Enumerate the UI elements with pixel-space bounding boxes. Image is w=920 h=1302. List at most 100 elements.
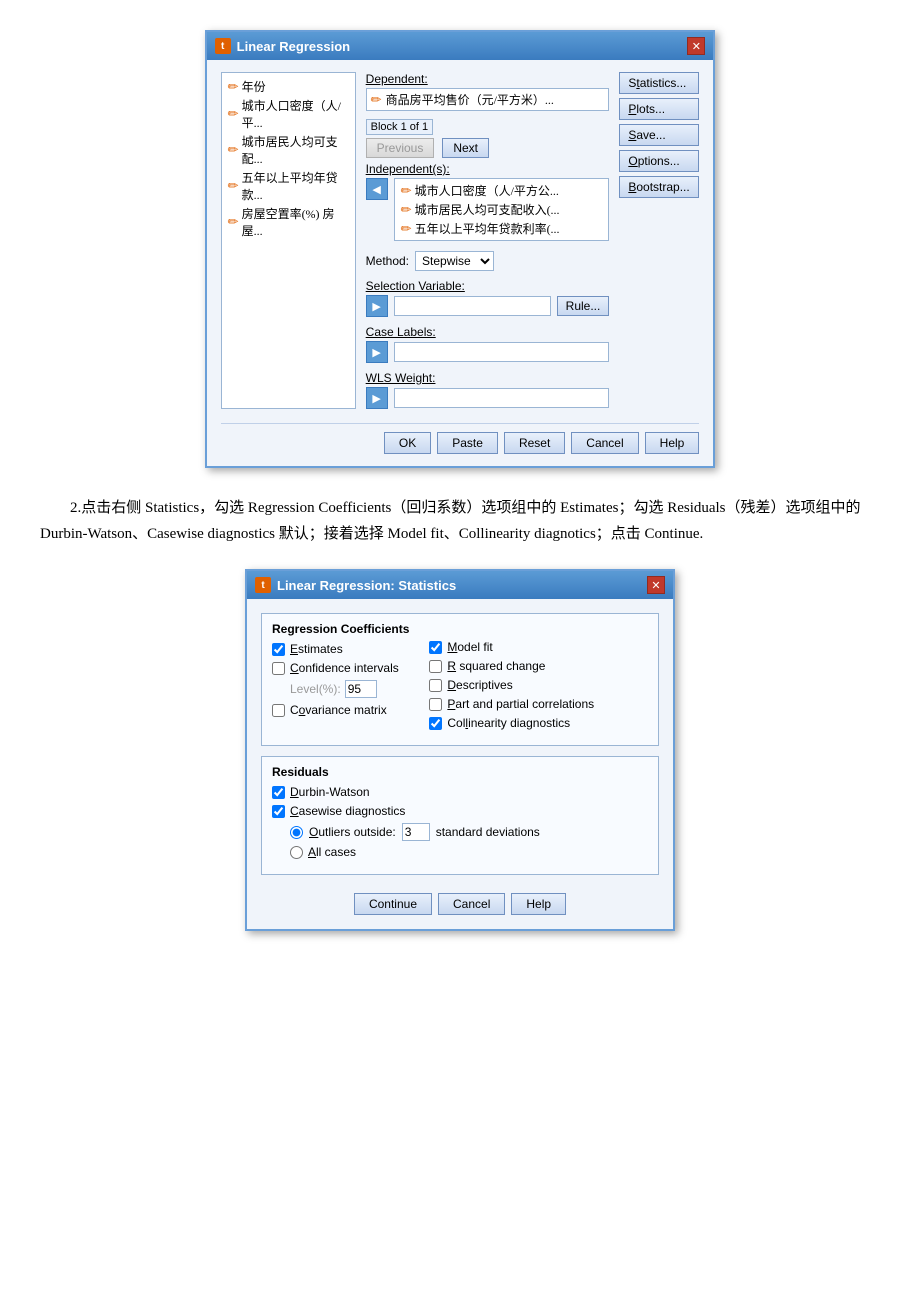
- options-button[interactable]: Options...: [619, 150, 699, 172]
- indep-pencil-2: ✏: [401, 202, 412, 218]
- case-labels-input[interactable]: [394, 342, 610, 362]
- pencil-icon-2: ✏: [228, 106, 239, 122]
- stats-cancel-button[interactable]: Cancel: [438, 893, 505, 915]
- casewise-row: Casewise diagnostics: [272, 804, 648, 818]
- wls-field: ▶: [366, 387, 610, 409]
- pencil-icon-5: ✏: [228, 214, 239, 230]
- collinearity-label[interactable]: Collinearity diagnostics: [447, 716, 570, 730]
- lr-layout: ✏ 年份 ✏ 城市人口密度（人/平... ✏ 城市居民人均可支配... ✏ 五年…: [221, 72, 700, 409]
- variable-list: ✏ 年份 ✏ 城市人口密度（人/平... ✏ 城市居民人均可支配... ✏ 五年…: [221, 72, 356, 409]
- indep-var-3[interactable]: ✏ 五年以上平均年贷款利率(...: [399, 219, 605, 238]
- independent-box: ✏ 城市人口密度（人/平方公... ✏ 城市居民人均可支配收入(... ✏ 五年…: [394, 178, 610, 241]
- all-cases-radio[interactable]: [290, 846, 303, 859]
- linear-regression-dialog: t Linear Regression ✕ ✏ 年份 ✏ 城市人口密度（人/平.…: [205, 30, 716, 468]
- previous-button[interactable]: Previous: [366, 138, 435, 158]
- collinearity-row: Collinearity diagnostics: [429, 716, 594, 730]
- covariance-label[interactable]: Covariance matrix: [290, 703, 387, 717]
- ok-button[interactable]: OK: [384, 432, 431, 454]
- var-item-loan[interactable]: ✏ 五年以上平均年贷款...: [226, 168, 351, 204]
- level-row: Level(%):: [290, 680, 409, 698]
- std-dev-label: standard deviations: [436, 825, 540, 839]
- covariance-checkbox[interactable]: [272, 704, 285, 717]
- selection-field: ▶ Rule...: [366, 295, 610, 317]
- var-item-density[interactable]: ✏ 城市人口密度（人/平...: [226, 96, 351, 132]
- dialog2-title: Linear Regression: Statistics: [277, 578, 456, 593]
- descriptives-label[interactable]: Descriptives: [447, 678, 512, 692]
- dialog1-icon: t: [215, 38, 231, 54]
- wls-arrow-button[interactable]: ▶: [366, 387, 388, 409]
- var-item-income[interactable]: ✏ 城市居民人均可支配...: [226, 132, 351, 168]
- right-stats-col: Model fit R squared change Descriptives: [429, 640, 594, 735]
- cancel-button[interactable]: Cancel: [571, 432, 638, 454]
- selection-input[interactable]: [394, 296, 551, 316]
- partcorr-checkbox[interactable]: [429, 698, 442, 711]
- casewise-label[interactable]: Casewise diagnostics: [290, 804, 405, 818]
- collinearity-checkbox[interactable]: [429, 717, 442, 730]
- indep-var-1[interactable]: ✏ 城市人口密度（人/平方公...: [399, 181, 605, 200]
- stats-help-button[interactable]: Help: [511, 893, 566, 915]
- modelfit-label[interactable]: Model fit: [447, 640, 492, 654]
- regression-coefficients-group: Regression Coefficients Estimates Confid…: [261, 613, 659, 746]
- outliers-value-input[interactable]: [402, 823, 430, 841]
- dialog2-titlebar: t Linear Regression: Statistics ✕: [247, 571, 673, 599]
- stats-body: Regression Coefficients Estimates Confid…: [247, 599, 673, 929]
- var-item-vacancy[interactable]: ✏ 房屋空置率(%) 房屋...: [226, 204, 351, 240]
- dependent-field: ✏ 商品房平均售价（元/平方米）...: [366, 88, 610, 111]
- wls-input[interactable]: [394, 388, 610, 408]
- continue-button[interactable]: Continue: [354, 893, 432, 915]
- bootstrap-button[interactable]: Bootstrap...: [619, 176, 699, 198]
- residuals-group: Residuals Durbin-Watson Casewise diagnos…: [261, 756, 659, 875]
- estimates-label[interactable]: Estimates: [290, 642, 343, 656]
- durbin-checkbox[interactable]: [272, 786, 285, 799]
- confidence-row: Confidence intervals: [272, 661, 409, 675]
- outliers-radio[interactable]: [290, 826, 303, 839]
- covariance-row: Covariance matrix: [272, 703, 409, 717]
- pencil-icon-3: ✏: [228, 142, 239, 158]
- var-label-4: 五年以上平均年贷款...: [242, 169, 349, 203]
- descriptives-checkbox[interactable]: [429, 679, 442, 692]
- confidence-checkbox[interactable]: [272, 662, 285, 675]
- dialog2-close-button[interactable]: ✕: [647, 576, 665, 594]
- reset-button[interactable]: Reset: [504, 432, 565, 454]
- paste-button[interactable]: Paste: [437, 432, 498, 454]
- dialog1-close-button[interactable]: ✕: [687, 37, 705, 55]
- case-labels-field: ▶: [366, 341, 610, 363]
- indep-var-2[interactable]: ✏ 城市居民人均可支配收入(...: [399, 200, 605, 219]
- indep-arrow-button[interactable]: ◀: [366, 178, 388, 200]
- all-cases-label[interactable]: All cases: [308, 845, 356, 859]
- dialog1-body: ✏ 年份 ✏ 城市人口密度（人/平... ✏ 城市居民人均可支配... ✏ 五年…: [207, 60, 714, 466]
- all-cases-row: All cases: [290, 845, 648, 859]
- rule-button[interactable]: Rule...: [557, 296, 610, 316]
- selection-section: Selection Variable: ▶ Rule...: [366, 279, 610, 317]
- modelfit-checkbox[interactable]: [429, 641, 442, 654]
- plots-button[interactable]: Plots...: [619, 98, 699, 120]
- var-label-3: 城市居民人均可支配...: [242, 133, 349, 167]
- rsquared-checkbox[interactable]: [429, 660, 442, 673]
- estimates-checkbox[interactable]: [272, 643, 285, 656]
- statistics-button[interactable]: Statistics...: [619, 72, 699, 94]
- casewise-checkbox[interactable]: [272, 805, 285, 818]
- descriptives-row: Descriptives: [429, 678, 594, 692]
- confidence-label[interactable]: Confidence intervals: [290, 661, 399, 675]
- case-arrow-button[interactable]: ▶: [366, 341, 388, 363]
- partcorr-label[interactable]: Part and partial correlations: [447, 697, 594, 711]
- outliers-radio-label[interactable]: Outliers outside:: [309, 825, 396, 839]
- case-labels-label: Case Labels:: [366, 325, 610, 339]
- rsquared-label[interactable]: R squared change: [447, 659, 545, 673]
- method-select[interactable]: Stepwise Enter Remove Backward Forward: [415, 251, 494, 271]
- dep-pencil-icon: ✏: [371, 92, 382, 108]
- indep-label-3: 五年以上平均年贷款利率(...: [415, 220, 560, 237]
- var-item-nianfen[interactable]: ✏ 年份: [226, 77, 351, 96]
- regression-group-title: Regression Coefficients: [272, 622, 409, 636]
- save-button[interactable]: Save...: [619, 124, 699, 146]
- help-button[interactable]: Help: [645, 432, 700, 454]
- pencil-icon-4: ✏: [228, 178, 239, 194]
- method-label: Method:: [366, 254, 409, 268]
- stats-dialog-wrapper: t Linear Regression: Statistics ✕ Regres…: [40, 569, 880, 931]
- indep-pencil-3: ✏: [401, 221, 412, 237]
- dialog2-title-left: t Linear Regression: Statistics: [255, 577, 456, 593]
- selection-arrow-button[interactable]: ▶: [366, 295, 388, 317]
- level-input[interactable]: [345, 680, 377, 698]
- durbin-label[interactable]: Durbin-Watson: [290, 785, 370, 799]
- next-button[interactable]: Next: [442, 138, 489, 158]
